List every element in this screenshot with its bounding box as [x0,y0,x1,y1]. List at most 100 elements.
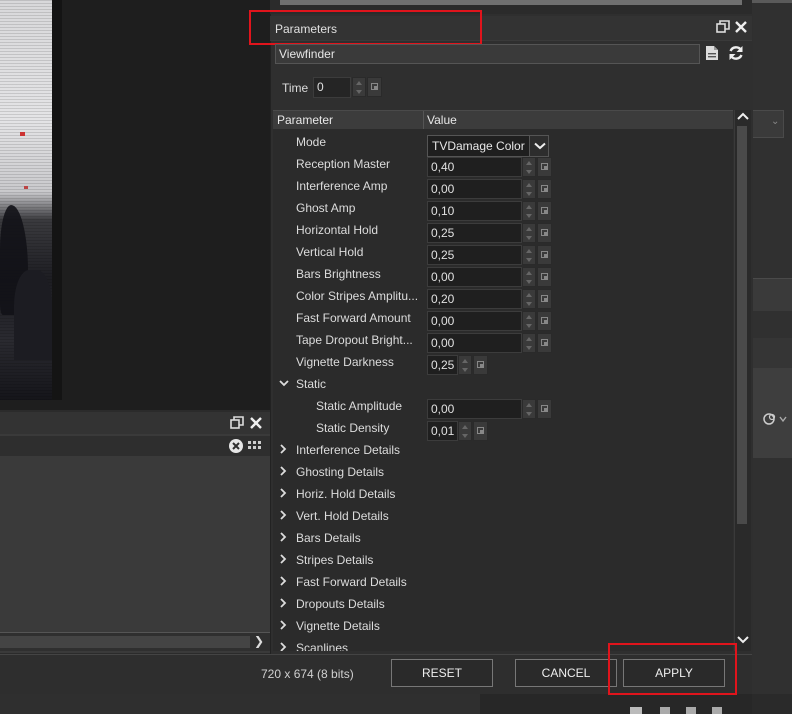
param-stepper[interactable] [522,201,536,221]
param-stepper[interactable] [522,399,536,419]
chevron-up-icon[interactable] [737,111,749,121]
param-value-input[interactable]: 0,00 [427,333,522,353]
chevron-right-icon[interactable] [279,554,287,564]
scrollbar-thumb[interactable] [737,126,747,524]
param-reset-icon[interactable] [537,201,552,221]
footer-icon[interactable] [712,707,722,714]
param-reset-icon[interactable] [537,245,552,265]
group-label[interactable]: Scanlines [296,641,348,651]
param-value: 0,00 [431,270,455,284]
top-slider-bar[interactable] [280,0,742,5]
param-reset-icon[interactable] [537,267,552,287]
param-value: 0,00 [431,314,455,328]
clear-circle-icon[interactable] [228,438,244,454]
chevron-right-icon[interactable] [279,444,287,454]
param-reset-icon[interactable] [537,399,552,419]
side-panel-section [752,368,792,458]
scrollbar-track[interactable] [0,636,250,648]
param-value-input[interactable]: 0,25 [427,245,522,265]
param-value-input[interactable]: 0,01 [427,421,458,441]
chevron-right-icon[interactable] [279,576,287,586]
close-icon[interactable] [249,416,263,430]
side-panel-section [752,338,792,368]
param-value: 0,01 [431,424,455,438]
mode-dropdown[interactable]: TVDamage Color [427,135,530,157]
footer-icon[interactable] [630,707,642,714]
param-value-input[interactable]: 0,00 [427,267,522,287]
chevron-right-icon[interactable] [279,532,287,542]
chevron-down-icon [534,142,546,150]
chevron-down-icon[interactable] [737,635,749,645]
footer-icon[interactable] [660,707,670,714]
group-label[interactable]: Vert. Hold Details [296,509,389,523]
param-value: 0,00 [431,182,455,196]
group-label[interactable]: Fast Forward Details [296,575,407,589]
chevron-right-icon[interactable] [279,642,287,651]
column-divider[interactable] [423,111,424,129]
param-reset-icon[interactable] [537,311,552,331]
chevron-right-icon[interactable] [279,466,287,476]
param-value-input[interactable]: 0,10 [427,201,522,221]
group-label[interactable]: Stripes Details [296,553,373,567]
param-stepper[interactable] [522,333,536,353]
group-label[interactable]: Dropouts Details [296,597,385,611]
group-label[interactable]: Bars Details [296,531,361,545]
preset-name-field[interactable]: Viewfinder [275,44,700,64]
param-stepper[interactable] [522,223,536,243]
param-reset-icon[interactable] [473,421,488,441]
horizontal-scrollbar[interactable]: ❯ [0,632,270,651]
param-reset-icon[interactable] [473,355,488,375]
group-label[interactable]: Horiz. Hold Details [296,487,395,501]
brush-shape-icon[interactable] [762,412,788,426]
param-reset-icon[interactable] [537,179,552,199]
group-label[interactable]: Ghosting Details [296,465,384,479]
param-stepper[interactable] [522,245,536,265]
restore-window-icon[interactable] [716,20,730,34]
time-reset-icon[interactable] [367,77,382,97]
param-label-mode: Mode [296,135,327,149]
param-reset-icon[interactable] [537,333,552,353]
restore-window-icon[interactable] [230,416,244,430]
footer-icon[interactable] [686,707,696,714]
cancel-button[interactable]: CANCEL [515,659,617,687]
param-stepper[interactable] [522,267,536,287]
group-label[interactable]: Interference Details [296,443,400,457]
param-stepper[interactable] [522,157,536,177]
param-stepper[interactable] [458,421,472,441]
parameter-table-header: Parameter Value [273,110,733,130]
chevron-right-icon[interactable]: ❯ [254,634,264,648]
grid-dots-icon[interactable] [248,441,264,451]
param-stepper[interactable] [522,311,536,331]
column-header-parameter[interactable]: Parameter [277,113,333,127]
chevron-right-icon[interactable] [279,510,287,520]
chevron-right-icon[interactable] [279,598,287,608]
group-label-static[interactable]: Static [296,377,326,391]
mode-dropdown-button[interactable] [529,135,549,157]
param-label: Interference Amp [296,179,388,193]
param-stepper[interactable] [522,179,536,199]
close-icon[interactable] [734,20,748,34]
time-input[interactable]: 0 [313,77,351,98]
param-value-input[interactable]: 0,25 [427,355,458,375]
document-icon[interactable] [705,45,719,61]
chevron-right-icon[interactable] [279,488,287,498]
chevron-right-icon[interactable] [279,620,287,630]
param-stepper[interactable] [522,289,536,309]
param-value-input[interactable]: 0,40 [427,157,522,177]
column-header-value[interactable]: Value [427,113,457,127]
param-value-input[interactable]: 0,00 [427,399,522,419]
param-value-input[interactable]: 0,25 [427,223,522,243]
param-stepper[interactable] [458,355,472,375]
param-value-input[interactable]: 0,20 [427,289,522,309]
param-value-input[interactable]: 0,00 [427,311,522,331]
side-dropdown[interactable]: ⌄ [752,110,784,138]
group-label[interactable]: Vignette Details [296,619,380,633]
param-value-input[interactable]: 0,00 [427,179,522,199]
refresh-icon[interactable] [727,44,745,62]
chevron-down-icon[interactable] [279,379,289,387]
param-reset-icon[interactable] [537,223,552,243]
reset-button[interactable]: RESET [391,659,493,687]
param-reset-icon[interactable] [537,157,552,177]
time-stepper[interactable] [352,77,366,97]
param-reset-icon[interactable] [537,289,552,309]
